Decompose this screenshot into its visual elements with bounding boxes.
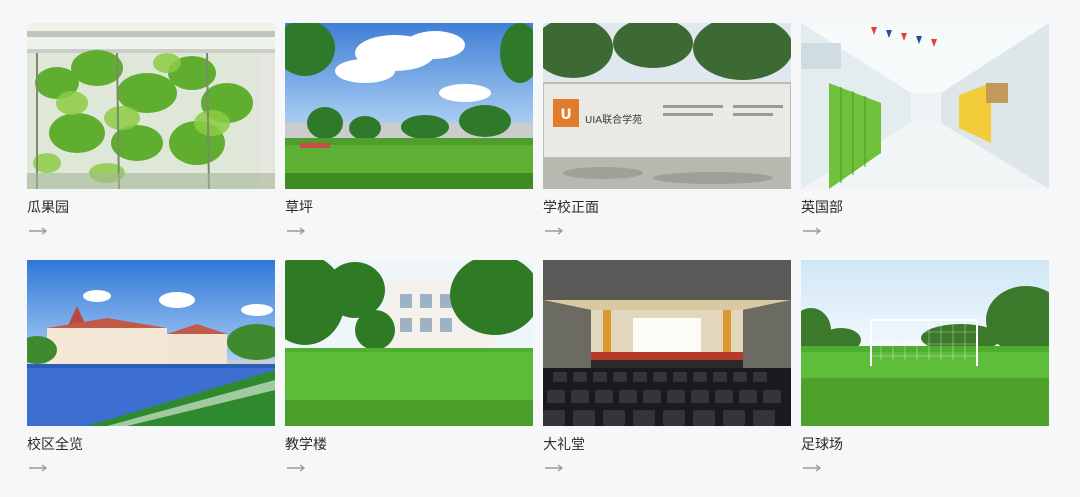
photo-gallery: 瓜果园 草坪 U UIA联合学苑 学校正面 英国部 校区全览 教学楼 大礼堂 足…: [27, 23, 1049, 497]
football-field-photo: [801, 260, 1049, 426]
arrow-right-icon[interactable]: [545, 225, 565, 237]
school-front-photo: U UIA联合学苑: [543, 23, 791, 189]
gallery-label: 教学楼: [285, 437, 327, 453]
teaching-building-photo: [285, 260, 533, 426]
lawn-photo: [285, 23, 533, 189]
school-sign-text: UIA联合学苑: [585, 113, 642, 126]
corridor-photo: [801, 23, 1049, 189]
arrow-right-icon[interactable]: [29, 462, 49, 474]
gallery-label: 英国部: [801, 200, 843, 216]
gallery-label: 校区全览: [27, 437, 83, 453]
arrow-right-icon[interactable]: [545, 462, 565, 474]
campus-overview-photo: [27, 260, 275, 426]
gallery-card-campus-overview[interactable]: 校区全览: [27, 260, 275, 497]
gallery-card-school-front[interactable]: U UIA联合学苑 学校正面: [543, 23, 791, 260]
gallery-card-lawn[interactable]: 草坪: [285, 23, 533, 260]
arrow-right-icon[interactable]: [287, 462, 307, 474]
gallery-card-corridor[interactable]: 英国部: [801, 23, 1049, 260]
arrow-right-icon[interactable]: [803, 225, 823, 237]
gallery-label: 草坪: [285, 200, 313, 216]
arrow-right-icon[interactable]: [803, 462, 823, 474]
gallery-label: 足球场: [801, 437, 843, 453]
auditorium-photo: [543, 260, 791, 426]
arrow-right-icon[interactable]: [287, 225, 307, 237]
gallery-label: 大礼堂: [543, 437, 585, 453]
gallery-label: 学校正面: [543, 200, 599, 216]
gallery-card-football-field[interactable]: 足球场: [801, 260, 1049, 497]
arrow-right-icon[interactable]: [29, 225, 49, 237]
gallery-card-auditorium[interactable]: 大礼堂: [543, 260, 791, 497]
gallery-label: 瓜果园: [27, 200, 69, 216]
garden-photo: [27, 23, 275, 189]
gallery-card-garden[interactable]: 瓜果园: [27, 23, 275, 260]
gallery-card-teaching-building[interactable]: 教学楼: [285, 260, 533, 497]
svg-text:U: U: [560, 107, 571, 123]
